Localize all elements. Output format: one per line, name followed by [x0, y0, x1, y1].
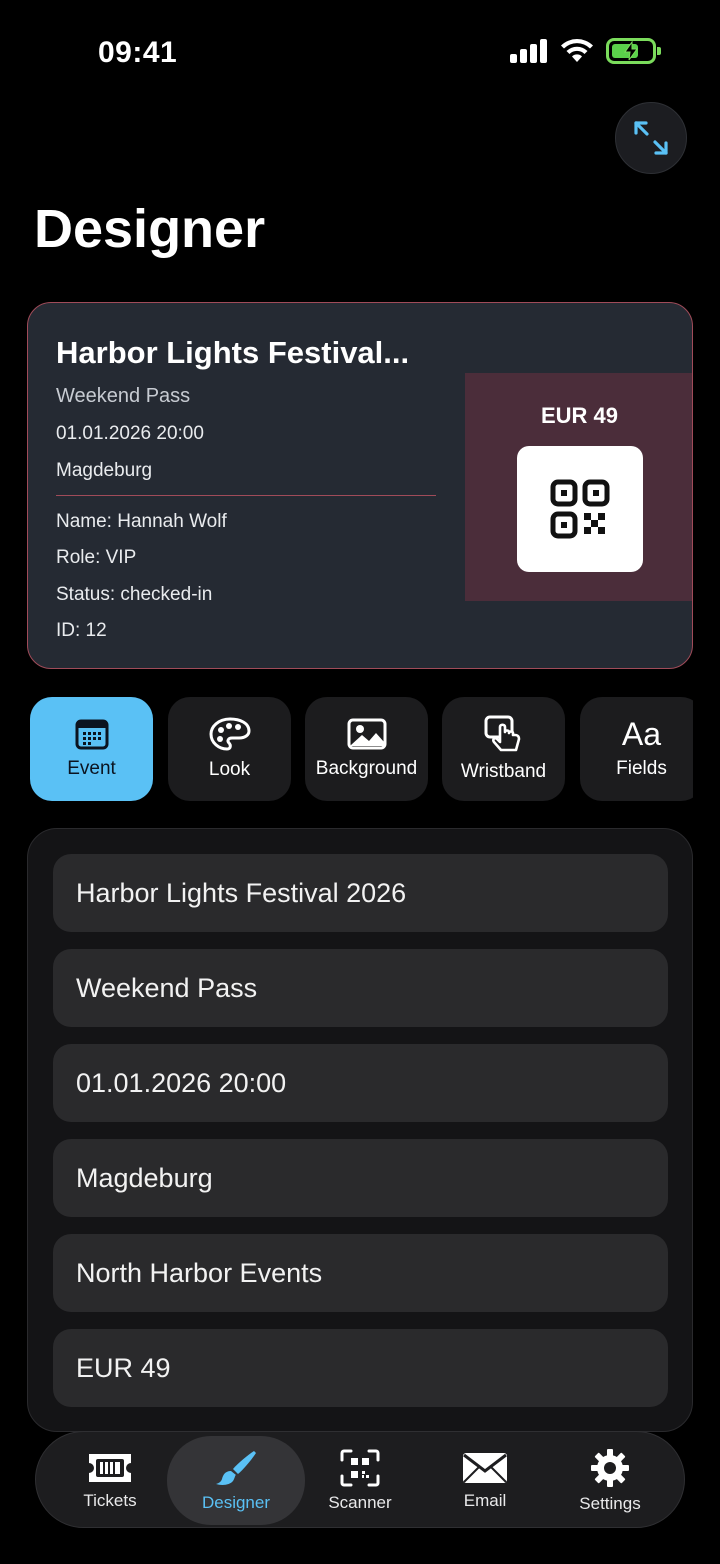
nav-tickets-label: Tickets — [83, 1490, 137, 1510]
tab-fields-label: Fields — [616, 758, 667, 779]
datetime-field[interactable]: 01.01.2026 20:00 — [53, 1044, 668, 1122]
ticket-holder-name: Name: Hannah Wolf — [56, 511, 227, 532]
brush-icon — [216, 1450, 256, 1485]
tab-background-label: Background — [315, 758, 418, 779]
page-title: Designer — [34, 199, 266, 259]
ticket-role: Role: VIP — [56, 547, 137, 568]
text-aa-icon: Aa — [621, 716, 662, 752]
nav-email[interactable]: Email — [420, 1432, 550, 1529]
event-name-field[interactable]: Harbor Lights Festival 2026 — [53, 854, 668, 932]
price-field[interactable]: EUR 49 — [53, 1329, 668, 1407]
nav-designer[interactable]: Designer — [167, 1436, 305, 1525]
envelope-icon — [463, 1452, 507, 1483]
nav-settings-label: Settings — [579, 1493, 641, 1513]
tab-event[interactable]: Event — [30, 697, 153, 801]
tab-look[interactable]: Look — [168, 697, 291, 801]
gear-icon — [591, 1448, 629, 1487]
ticket-preview: Harbor Lights Festival... Weekend Pass 0… — [27, 302, 693, 669]
status-bar: 09:41 — [0, 0, 720, 100]
tap-icon — [484, 715, 520, 752]
ticket-city: Magdeburg — [56, 460, 153, 481]
palette-icon — [208, 717, 251, 751]
qr-code-icon — [550, 479, 610, 539]
status-time: 09:41 — [98, 36, 178, 69]
ticket-type-field[interactable]: Weekend Pass — [53, 949, 668, 1027]
calendar-icon — [75, 719, 108, 750]
organizer-field[interactable]: North Harbor Events — [53, 1234, 668, 1312]
nav-settings[interactable]: Settings — [545, 1432, 675, 1529]
ticket-subtitle: Weekend Pass — [56, 385, 191, 407]
expand-arrows-icon — [634, 121, 668, 155]
ticket-title: Harbor Lights Festival... — [56, 335, 410, 370]
ticket-datetime: 01.01.2026 20:00 — [56, 423, 204, 444]
tab-background[interactable]: Background — [305, 697, 428, 801]
ticket-id: ID: 12 — [56, 620, 107, 641]
nav-email-label: Email — [463, 1490, 507, 1510]
nav-scanner-label: Scanner — [328, 1492, 392, 1512]
nav-scanner[interactable]: Scanner — [295, 1432, 425, 1529]
event-form-panel: Harbor Lights Festival 2026 Weekend Pass… — [27, 828, 693, 1432]
status-icons — [510, 38, 661, 64]
nav-designer-label: Designer — [201, 1492, 271, 1512]
nav-tickets[interactable]: Tickets — [45, 1432, 175, 1529]
ticket-price: EUR 49 — [540, 403, 619, 428]
wifi-icon — [561, 39, 593, 62]
ticket-icon — [89, 1453, 131, 1482]
signal-icon — [510, 39, 547, 63]
tab-wristband-label: Wristband — [460, 761, 547, 782]
tab-look-label: Look — [208, 759, 251, 780]
city-field[interactable]: Magdeburg — [53, 1139, 668, 1217]
tab-fields[interactable]: Aa Fields — [580, 697, 693, 801]
designer-tabs: Event Look Background Wristband Aa Field… — [30, 697, 693, 801]
bottom-nav: Tickets Designer Scanner Email Settings — [35, 1431, 685, 1528]
ticket-divider — [56, 495, 436, 496]
qr-code — [517, 446, 643, 572]
ticket-stub: EUR 49 — [465, 373, 692, 601]
battery-icon — [606, 38, 661, 64]
tab-event-label: Event — [67, 758, 116, 779]
tab-wristband[interactable]: Wristband — [442, 697, 565, 801]
ticket-status: Status: checked-in — [56, 584, 213, 605]
qr-scan-icon — [340, 1449, 380, 1486]
image-icon — [347, 718, 386, 750]
expand-button[interactable] — [615, 102, 687, 174]
